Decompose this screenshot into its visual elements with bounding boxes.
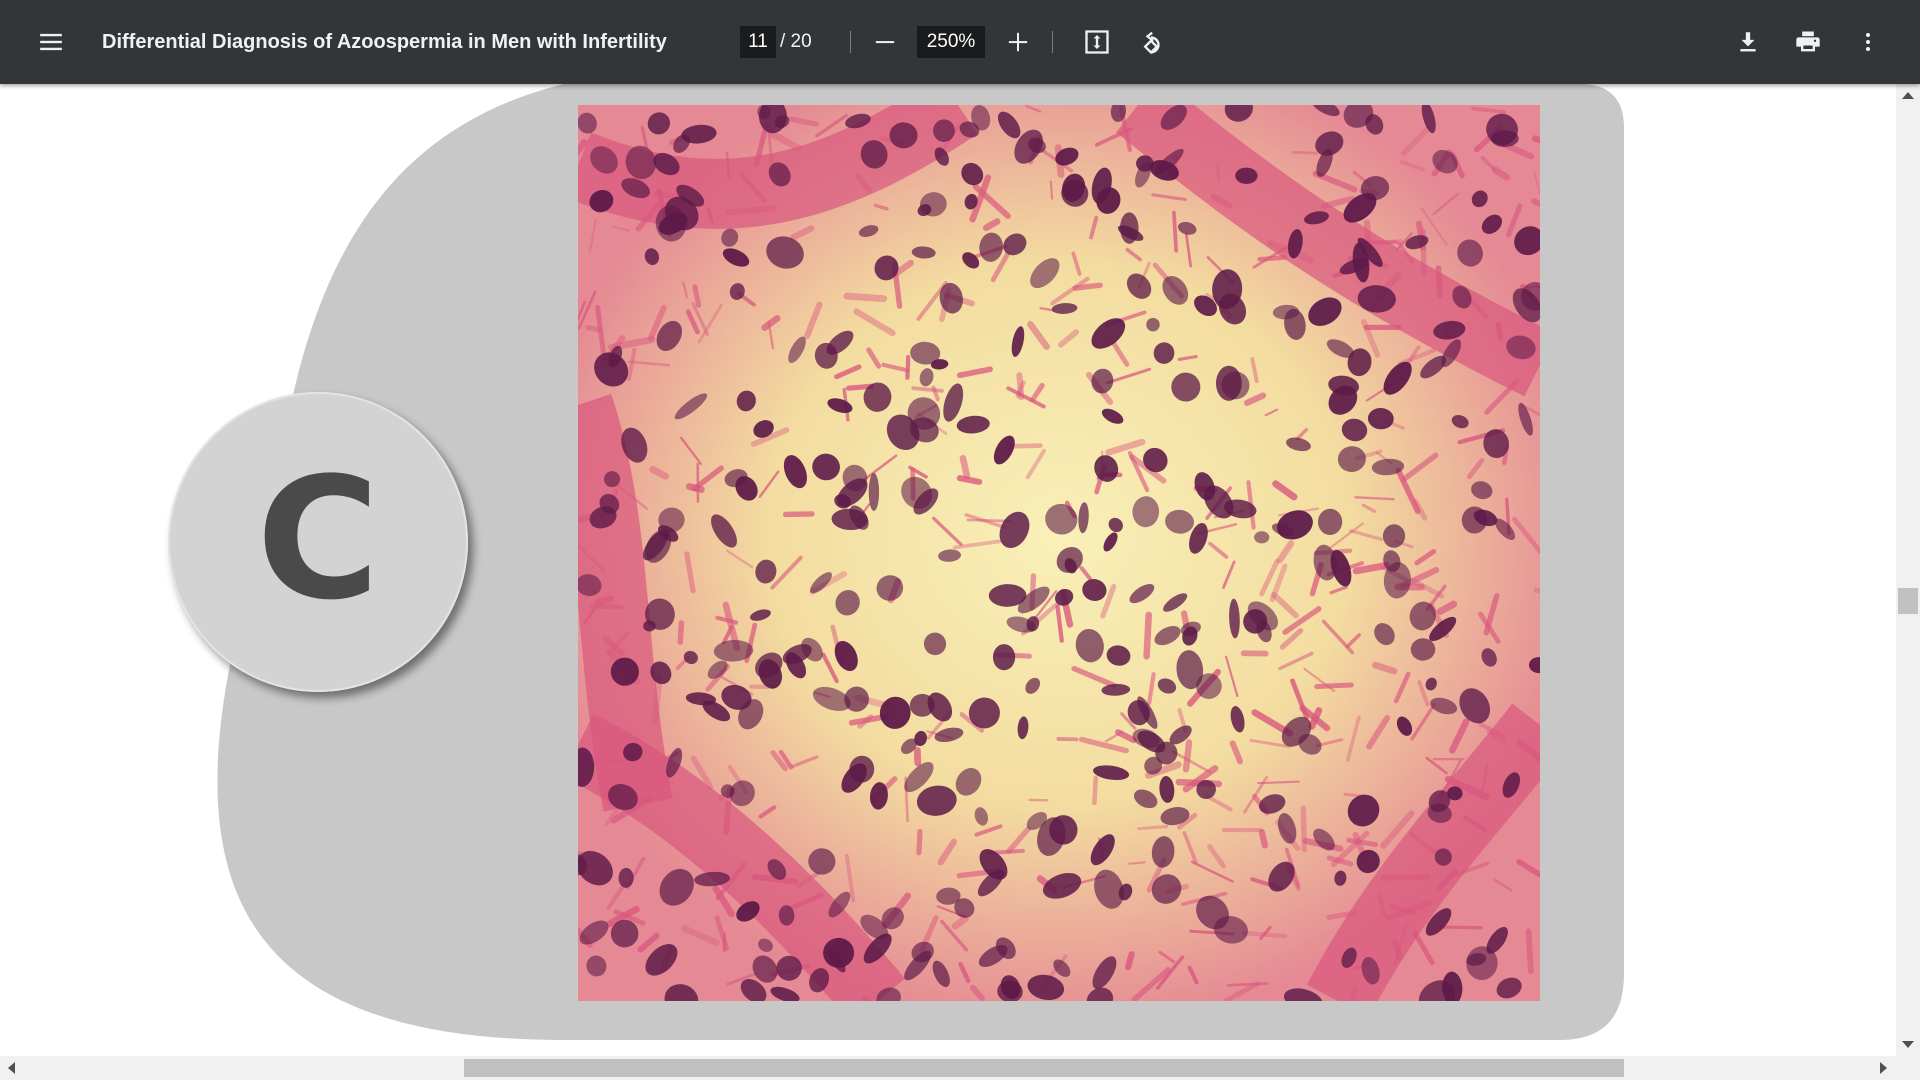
document-viewer[interactable]: C <box>0 84 1896 1056</box>
fit-to-page-button[interactable] <box>1075 20 1119 64</box>
pdf-toolbar: Differential Diagnosis of Azoospermia in… <box>0 0 1920 84</box>
menu-button[interactable] <box>29 20 73 64</box>
figure-label-letter: C <box>256 441 380 637</box>
histology-micrograph <box>578 105 1540 1001</box>
micrograph-tissue-image <box>578 105 1540 1001</box>
page-number-input[interactable]: 11 <box>740 26 776 58</box>
scroll-up-arrow-icon[interactable] <box>1902 92 1914 99</box>
menu-icon <box>40 33 62 51</box>
fit-to-page-icon <box>1085 30 1109 54</box>
zoom-level-input[interactable]: 250% <box>917 26 985 58</box>
rotate-button[interactable] <box>1129 20 1173 64</box>
print-button[interactable] <box>1786 20 1830 64</box>
document-title: Differential Diagnosis of Azoospermia in… <box>102 30 667 53</box>
figure-label-badge: C <box>168 392 468 692</box>
toolbar-divider <box>850 31 851 53</box>
scroll-down-arrow-icon[interactable] <box>1902 1041 1914 1048</box>
rotate-icon <box>1143 31 1160 55</box>
more-actions-button[interactable] <box>1846 20 1890 64</box>
page-count: / 20 <box>780 31 812 52</box>
toolbar-divider <box>1052 31 1053 53</box>
download-button[interactable] <box>1726 20 1770 64</box>
print-icon <box>1796 31 1820 52</box>
zoom-out-button[interactable] <box>863 20 907 64</box>
zoom-in-button[interactable] <box>996 20 1040 64</box>
scroll-left-arrow-icon[interactable] <box>8 1062 15 1074</box>
more-vertical-icon <box>1866 33 1870 51</box>
vertical-scrollbar[interactable] <box>1896 84 1920 1056</box>
scroll-right-arrow-icon[interactable] <box>1880 1062 1887 1074</box>
plus-icon <box>1008 32 1028 52</box>
minus-icon <box>875 41 895 44</box>
horizontal-scroll-thumb[interactable] <box>464 1059 1624 1077</box>
download-icon <box>1740 32 1756 52</box>
vertical-scroll-thumb[interactable] <box>1898 588 1918 614</box>
horizontal-scrollbar[interactable] <box>0 1056 1920 1080</box>
